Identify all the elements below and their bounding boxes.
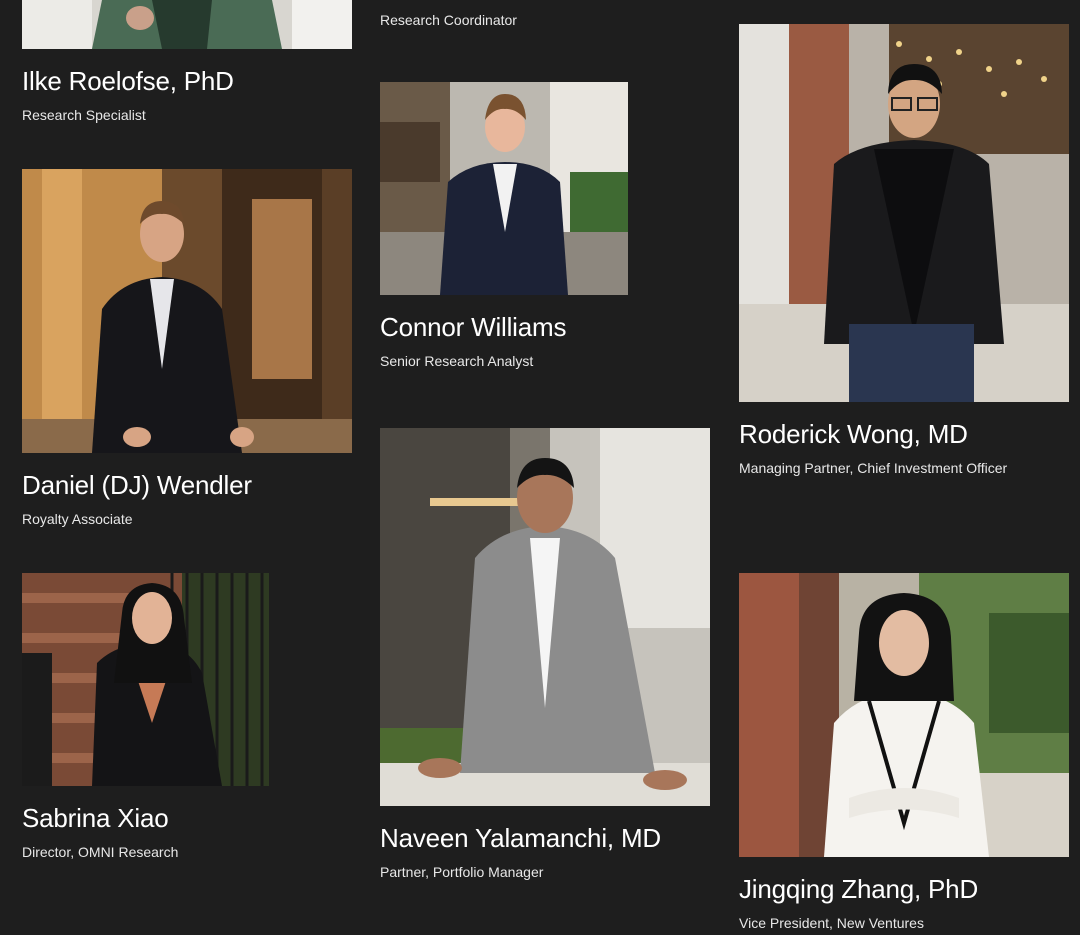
photo-daniel-wendler[interactable] bbox=[22, 169, 352, 453]
photo-roderick-wong[interactable] bbox=[739, 24, 1069, 402]
member-role: Research Specialist bbox=[22, 107, 146, 123]
photo-sabrina-xiao[interactable] bbox=[22, 573, 269, 786]
photo-connor-williams[interactable] bbox=[380, 82, 628, 295]
member-role: Senior Research Analyst bbox=[380, 353, 534, 369]
member-role: Director, OMNI Research bbox=[22, 844, 179, 860]
photo-naveen-yalamanchi[interactable] bbox=[380, 428, 710, 806]
member-name[interactable]: Ilke Roelofse, PhD bbox=[22, 66, 234, 97]
member-role: Managing Partner, Chief Investment Offic… bbox=[739, 460, 1008, 476]
member-name[interactable]: Sabrina Xiao bbox=[22, 803, 169, 834]
photo-ilke-roelofse[interactable] bbox=[22, 0, 352, 49]
member-name[interactable]: Naveen Yalamanchi, MD bbox=[380, 823, 661, 854]
photo-jingqing-zhang[interactable] bbox=[739, 573, 1069, 857]
member-role: Vice President, New Ventures bbox=[739, 915, 924, 931]
member-name[interactable]: Connor Williams bbox=[380, 312, 566, 343]
member-name[interactable]: Roderick Wong, MD bbox=[739, 419, 968, 450]
member-name[interactable]: Daniel (DJ) Wendler bbox=[22, 470, 252, 501]
member-role: Partner, Portfolio Manager bbox=[380, 864, 544, 880]
member-role: Royalty Associate bbox=[22, 511, 133, 527]
member-role: Research Coordinator bbox=[380, 12, 517, 28]
member-name[interactable]: Jingqing Zhang, PhD bbox=[739, 874, 978, 905]
